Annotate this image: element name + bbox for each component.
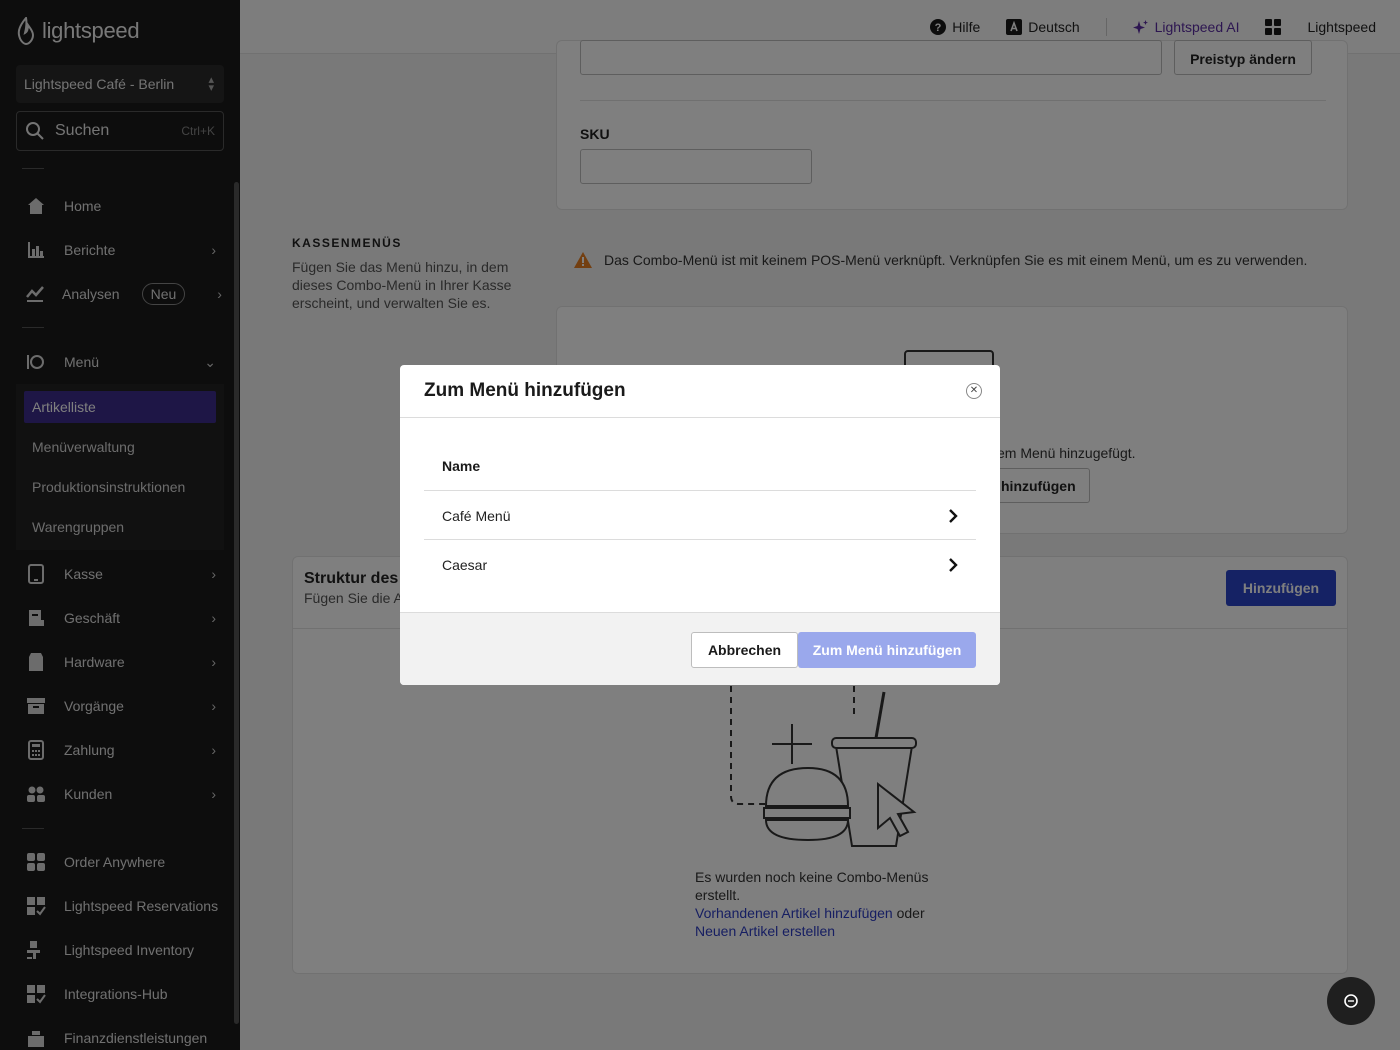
dialog-title: Zum Menü hinzufügen bbox=[424, 380, 626, 401]
add-to-menu-button[interactable]: Zum Menü hinzufügen bbox=[798, 632, 976, 668]
menu-row-caesar[interactable]: Caesar bbox=[424, 541, 976, 589]
cancel-button[interactable]: Abbrechen bbox=[691, 632, 798, 668]
add-to-menu-dialog: Zum Menü hinzufügen ✕ Name Café Menü Cae… bbox=[400, 365, 1000, 685]
name-column-header: Name bbox=[424, 418, 976, 491]
menu-row-label: Café Menü bbox=[442, 507, 511, 524]
dialog-body: Name Café Menü Caesar bbox=[424, 418, 976, 612]
dialog-header: Zum Menü hinzufügen ✕ bbox=[400, 365, 1000, 418]
menu-row-cafe-menue[interactable]: Café Menü bbox=[424, 492, 976, 540]
dialog-footer: Abbrechen Zum Menü hinzufügen bbox=[400, 612, 1000, 685]
chat-button[interactable] bbox=[1327, 977, 1375, 1025]
menu-row-label: Caesar bbox=[442, 557, 488, 573]
chevron-right-icon bbox=[949, 508, 958, 523]
close-icon[interactable]: ✕ bbox=[966, 383, 982, 399]
chat-icon bbox=[1344, 994, 1358, 1008]
chevron-right-icon bbox=[949, 558, 958, 572]
